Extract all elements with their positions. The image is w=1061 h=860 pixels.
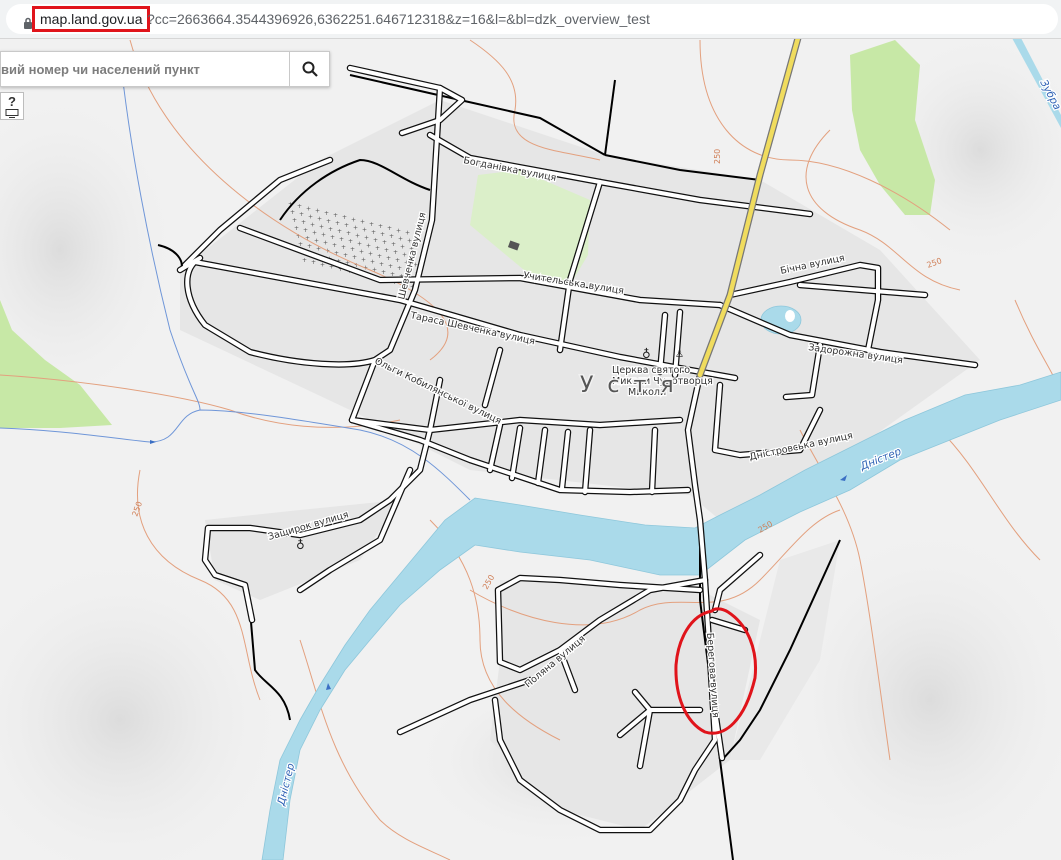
- cemetery-cross-icon: +: [308, 213, 313, 220]
- cemetery-cross-icon: +: [319, 224, 324, 231]
- monitor-icon: [5, 109, 19, 118]
- cemetery-cross-icon: +: [314, 237, 319, 244]
- cemetery-cross-icon: +: [397, 265, 402, 272]
- search-icon: [302, 61, 318, 77]
- cemetery-cross-icon: +: [393, 249, 398, 256]
- cemetery-cross-icon: +: [350, 246, 355, 253]
- cemetery-cross-icon: +: [323, 240, 328, 247]
- search-box: [0, 51, 330, 87]
- cemetery-cross-icon: +: [351, 216, 356, 223]
- browser-url-bar: map.land.gov.ua ?cc=2663664.3544396926,6…: [0, 0, 1061, 39]
- cemetery-cross-icon: +: [384, 247, 389, 254]
- cemetery-cross-icon: +: [371, 229, 376, 236]
- url-query[interactable]: ?cc=2663664.3544396926,6362251.646712318…: [147, 11, 650, 27]
- cemetery-cross-icon: +: [330, 234, 335, 241]
- cemetery-cross-icon: +: [391, 241, 396, 248]
- cemetery-cross-icon: +: [328, 226, 333, 233]
- cemetery-cross-icon: +: [357, 240, 362, 247]
- cemetery-cross-icon: +: [301, 219, 306, 226]
- cemetery-cross-icon: +: [369, 221, 374, 228]
- cemetery-cross-icon: +: [307, 243, 312, 250]
- cemetery-cross-icon: +: [395, 257, 400, 264]
- search-input[interactable]: [1, 52, 291, 86]
- cemetery-cross-icon: +: [373, 237, 378, 244]
- cemetery-cross-icon: +: [396, 227, 401, 234]
- cemetery-cross-icon: +: [348, 238, 353, 245]
- cemetery-cross-icon: +: [361, 256, 366, 263]
- cemetery-cross-icon: +: [303, 227, 308, 234]
- cemetery-cross-icon: +: [297, 203, 302, 210]
- cemetery-cross-icon: +: [360, 219, 365, 226]
- monument-icon: ♙: [675, 349, 684, 360]
- cemetery-cross-icon: +: [370, 259, 375, 266]
- cemetery-cross-icon: +: [379, 261, 384, 268]
- cemetery-cross-icon: +: [387, 225, 392, 232]
- cemetery-cross-icon: +: [324, 210, 329, 217]
- chapel-icon: ♁: [296, 538, 305, 552]
- cemetery-cross-icon: +: [342, 214, 347, 221]
- cemetery-cross-icon: +: [405, 230, 410, 237]
- cemetery-cross-icon: +: [311, 259, 316, 266]
- cemetery-cross-icon: +: [366, 243, 371, 250]
- cemetery-cross-icon: +: [380, 231, 385, 238]
- url-domain-highlighted[interactable]: map.land.gov.ua: [32, 6, 151, 32]
- cemetery-cross-icon: +: [312, 229, 317, 236]
- cemetery-cross-icon: +: [362, 227, 367, 234]
- cemetery-cross-icon: +: [294, 225, 299, 232]
- search-button[interactable]: [289, 52, 329, 86]
- cemetery-cross-icon: +: [321, 232, 326, 239]
- cemetery-cross-icon: +: [382, 239, 387, 246]
- church-icon: ♁: [642, 347, 651, 361]
- cemetery-cross-icon: +: [299, 211, 304, 218]
- cemetery-cross-icon: +: [389, 233, 394, 240]
- cemetery-cross-icon: +: [353, 224, 358, 231]
- cemetery-cross-icon: +: [310, 221, 315, 228]
- help-button[interactable]: ?: [0, 92, 24, 120]
- settlement-label: Устя: [580, 373, 688, 398]
- cemetery-cross-icon: +: [344, 222, 349, 229]
- cemetery-cross-icon: +: [386, 255, 391, 262]
- cemetery-cross-icon: +: [375, 245, 380, 252]
- cemetery-cross-icon: +: [337, 228, 342, 235]
- cemetery-cross-icon: +: [398, 235, 403, 242]
- cemetery-cross-icon: +: [317, 216, 322, 223]
- cemetery-cross-icon: +: [302, 257, 307, 264]
- cemetery-cross-icon: +: [378, 223, 383, 230]
- cemetery-cross-icon: +: [400, 243, 405, 250]
- cemetery-cross-icon: +: [335, 220, 340, 227]
- cemetery-cross-icon: +: [306, 205, 311, 212]
- cemetery-cross-icon: +: [315, 208, 320, 215]
- cemetery-cross-icon: +: [333, 212, 338, 219]
- cemetery-cross-icon: +: [343, 252, 348, 259]
- cemetery-cross-icon: +: [326, 218, 331, 225]
- cemetery-cross-icon: +: [292, 217, 297, 224]
- help-label: ?: [8, 94, 16, 109]
- cemetery-cross-icon: +: [368, 251, 373, 258]
- cemetery-cross-icon: +: [346, 230, 351, 237]
- cemetery-cross-icon: +: [364, 235, 369, 242]
- cemetery-cross-icon: +: [290, 209, 295, 216]
- cemetery-cross-icon: +: [388, 263, 393, 270]
- contour-label-1: 250: [713, 149, 722, 164]
- cemetery-cross-icon: +: [341, 244, 346, 251]
- cemetery-cross-icon: +: [359, 248, 364, 255]
- cemetery-cross-icon: +: [352, 254, 357, 261]
- cemetery-cross-icon: +: [355, 232, 360, 239]
- cemetery-cross-icon: +: [332, 242, 337, 249]
- cemetery-cross-icon: +: [339, 236, 344, 243]
- map-canvas[interactable]: + + + + + + + + + + + + + ++ + + + + + + + + + + + + ++ + + + + + + + + + + +…: [0, 38, 1061, 860]
- cemetery-cross-icon: +: [377, 253, 382, 260]
